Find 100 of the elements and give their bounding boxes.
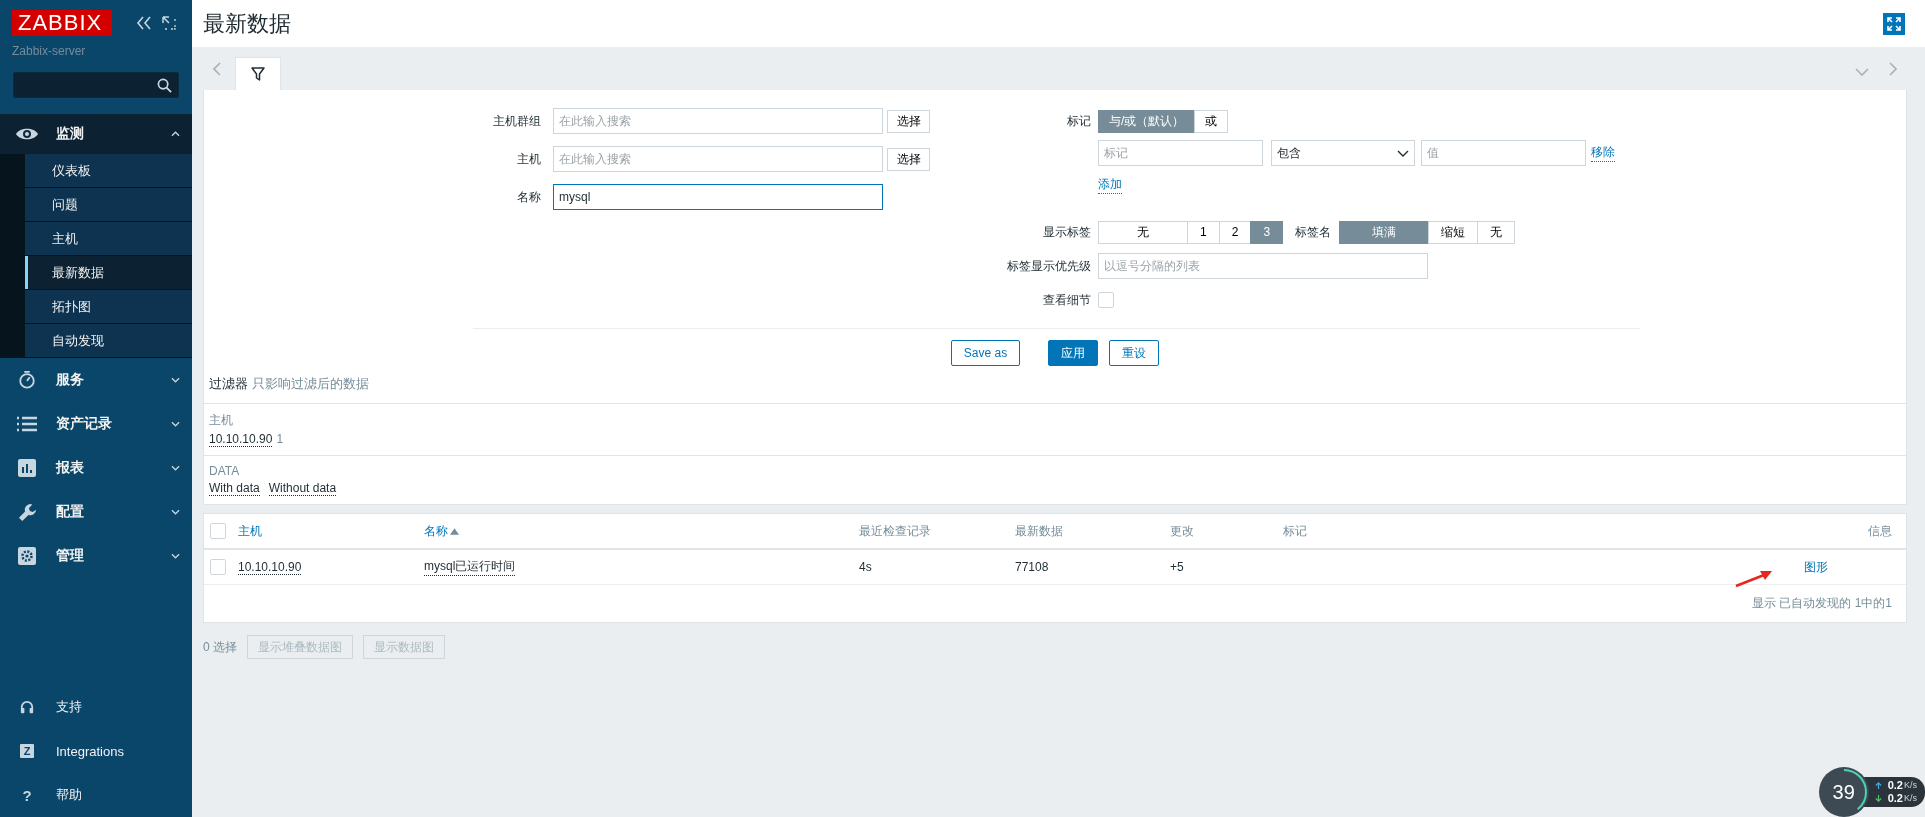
menu-item[interactable]: 资产记录 (0, 402, 192, 446)
tag-name-toggle[interactable]: 无 (1477, 220, 1516, 244)
sort-ascending-icon[interactable] (450, 527, 459, 535)
input-field[interactable]: 在此输入搜索 (553, 146, 883, 172)
field-label: 显示标签 (1042, 223, 1091, 241)
search-field[interactable] (13, 72, 179, 98)
chevron-down-icon[interactable] (1855, 68, 1869, 76)
eye-icon (15, 126, 39, 142)
menu-item[interactable]: 配置 (0, 490, 192, 534)
field-label: 标签显示优先级 (1006, 257, 1091, 275)
field-label: 主机群组 (492, 112, 541, 130)
list-icon (16, 416, 38, 432)
submenu-item[interactable]: 问题 (25, 188, 192, 222)
upload-rate: 0.2 (1887, 779, 1903, 792)
rate-unit: K/s (1904, 792, 1917, 805)
menu-item[interactable]: 监测 (0, 114, 192, 154)
chevron-icon (171, 509, 180, 515)
bar-chart-icon (18, 459, 36, 477)
collapse-icon[interactable] (136, 16, 152, 30)
submenu-item[interactable]: 仪表板 (25, 154, 192, 188)
download-rate: 0.2 (1887, 792, 1903, 805)
column-header[interactable]: 名称 (424, 522, 859, 540)
details-checkbox[interactable] (1098, 292, 1114, 308)
menu-item[interactable]: 支持 (0, 685, 192, 729)
subfilter-link[interactable]: 10.10.10.90 (209, 432, 273, 447)
host-link[interactable]: 10.10.10.90 (238, 559, 302, 575)
load-gauge: 39 (1818, 767, 1869, 817)
select-button[interactable]: 选择 (887, 109, 930, 133)
input-field[interactable]: mysql (553, 184, 883, 210)
expand-icon[interactable] (162, 16, 176, 30)
menu-item[interactable]: Z Integrations (0, 729, 192, 773)
subfilter-link[interactable]: Without data (268, 481, 337, 496)
item-name-link[interactable]: mysql已运行时间 (424, 558, 516, 576)
column-header[interactable]: 主机 (238, 522, 424, 540)
action-button[interactable]: 应用 (1048, 340, 1099, 366)
tag-field[interactable]: 标记 (1098, 140, 1263, 166)
download-icon (1874, 795, 1882, 802)
menu-item[interactable]: 管理 (0, 534, 192, 578)
remove-link[interactable]: 移除 (1591, 144, 1615, 162)
subfilter-title: DATA (209, 464, 241, 478)
tag-name-toggle[interactable]: 缩短 (1428, 220, 1479, 244)
column-header: 最近检查记录 (859, 522, 932, 540)
submenu-item[interactable]: 自动发现 (25, 324, 192, 358)
field-label: 标签名 (1295, 223, 1332, 241)
page-title: 最新数据 (203, 9, 291, 38)
integrations-icon: Z (20, 744, 34, 758)
column-header: 更改 (1170, 522, 1195, 540)
field-label: 主机 (516, 150, 541, 168)
upload-icon (1874, 782, 1882, 789)
filter-summary: 过滤器 只影响过滤后的数据 (208, 375, 370, 393)
column-header: 信息 (1867, 522, 1893, 540)
subfilter-link[interactable]: With data (209, 481, 260, 496)
subfilter-count: 1 (276, 432, 284, 447)
wrench-icon (17, 502, 37, 522)
select-button[interactable]: 选择 (887, 147, 930, 171)
show-tags-toggle[interactable]: 1 (1187, 220, 1220, 244)
submenu-item[interactable]: 主机 (25, 222, 192, 256)
chevron-icon (171, 131, 180, 137)
table-cell-text: 4s (859, 560, 873, 574)
subfilter-title: 主机 (209, 412, 234, 429)
headset-icon (20, 700, 34, 714)
field-label: 名称 (516, 188, 541, 206)
select-all-checkbox[interactable] (210, 523, 226, 539)
menu-item[interactable]: 报表 (0, 446, 192, 490)
row-checkbox[interactable] (210, 559, 226, 575)
column-header: 最新数据 (1015, 522, 1064, 540)
column-header: 标记 (1283, 522, 1308, 540)
operator-toggle[interactable]: 或 (1194, 109, 1229, 133)
previous-icon[interactable] (213, 62, 221, 76)
add-link[interactable]: 添加 (1098, 176, 1122, 194)
selected-count: 0 选择 (203, 638, 237, 656)
chevron-icon (171, 553, 180, 559)
value-field[interactable]: 值 (1421, 140, 1586, 166)
field-label: 查看细节 (1042, 291, 1091, 309)
rate-unit: K/s (1904, 779, 1917, 792)
action-button[interactable]: Save as (950, 340, 1021, 366)
zabbix-logo[interactable]: ZABBIX (12, 10, 112, 36)
filter-icon (251, 67, 265, 81)
priority-field[interactable]: 以逗号分隔的列表 (1098, 253, 1428, 279)
submenu-item[interactable]: 最新数据 (25, 256, 192, 290)
table-footer: 显示 已自动发现的 1中的1 (204, 585, 1906, 622)
show-tags-toggle[interactable]: 无 (1098, 220, 1188, 244)
help-icon: ? (22, 786, 32, 804)
table-cell-text: 77108 (1015, 560, 1050, 574)
action-button[interactable]: 重设 (1109, 340, 1160, 366)
operator-dropdown[interactable]: 包含 (1271, 140, 1415, 166)
next-icon[interactable] (1889, 62, 1897, 76)
menu-item[interactable]: 服务 (0, 358, 192, 402)
fullscreen-button[interactable] (1883, 12, 1905, 35)
submenu-item[interactable]: 拓扑图 (25, 290, 192, 324)
chevron-icon (171, 377, 180, 383)
input-field[interactable]: 在此输入搜索 (553, 108, 883, 134)
filter-tab[interactable] (235, 57, 281, 90)
chevron-icon (171, 421, 180, 427)
search-icon[interactable] (157, 77, 172, 93)
field-label: 标记 (1066, 112, 1091, 130)
caret-icon (1397, 149, 1409, 157)
graph-link[interactable]: 图形 (1804, 558, 1828, 576)
table-cell-text: +5 (1170, 560, 1185, 574)
menu-item[interactable]: ? 帮助 (0, 773, 192, 817)
